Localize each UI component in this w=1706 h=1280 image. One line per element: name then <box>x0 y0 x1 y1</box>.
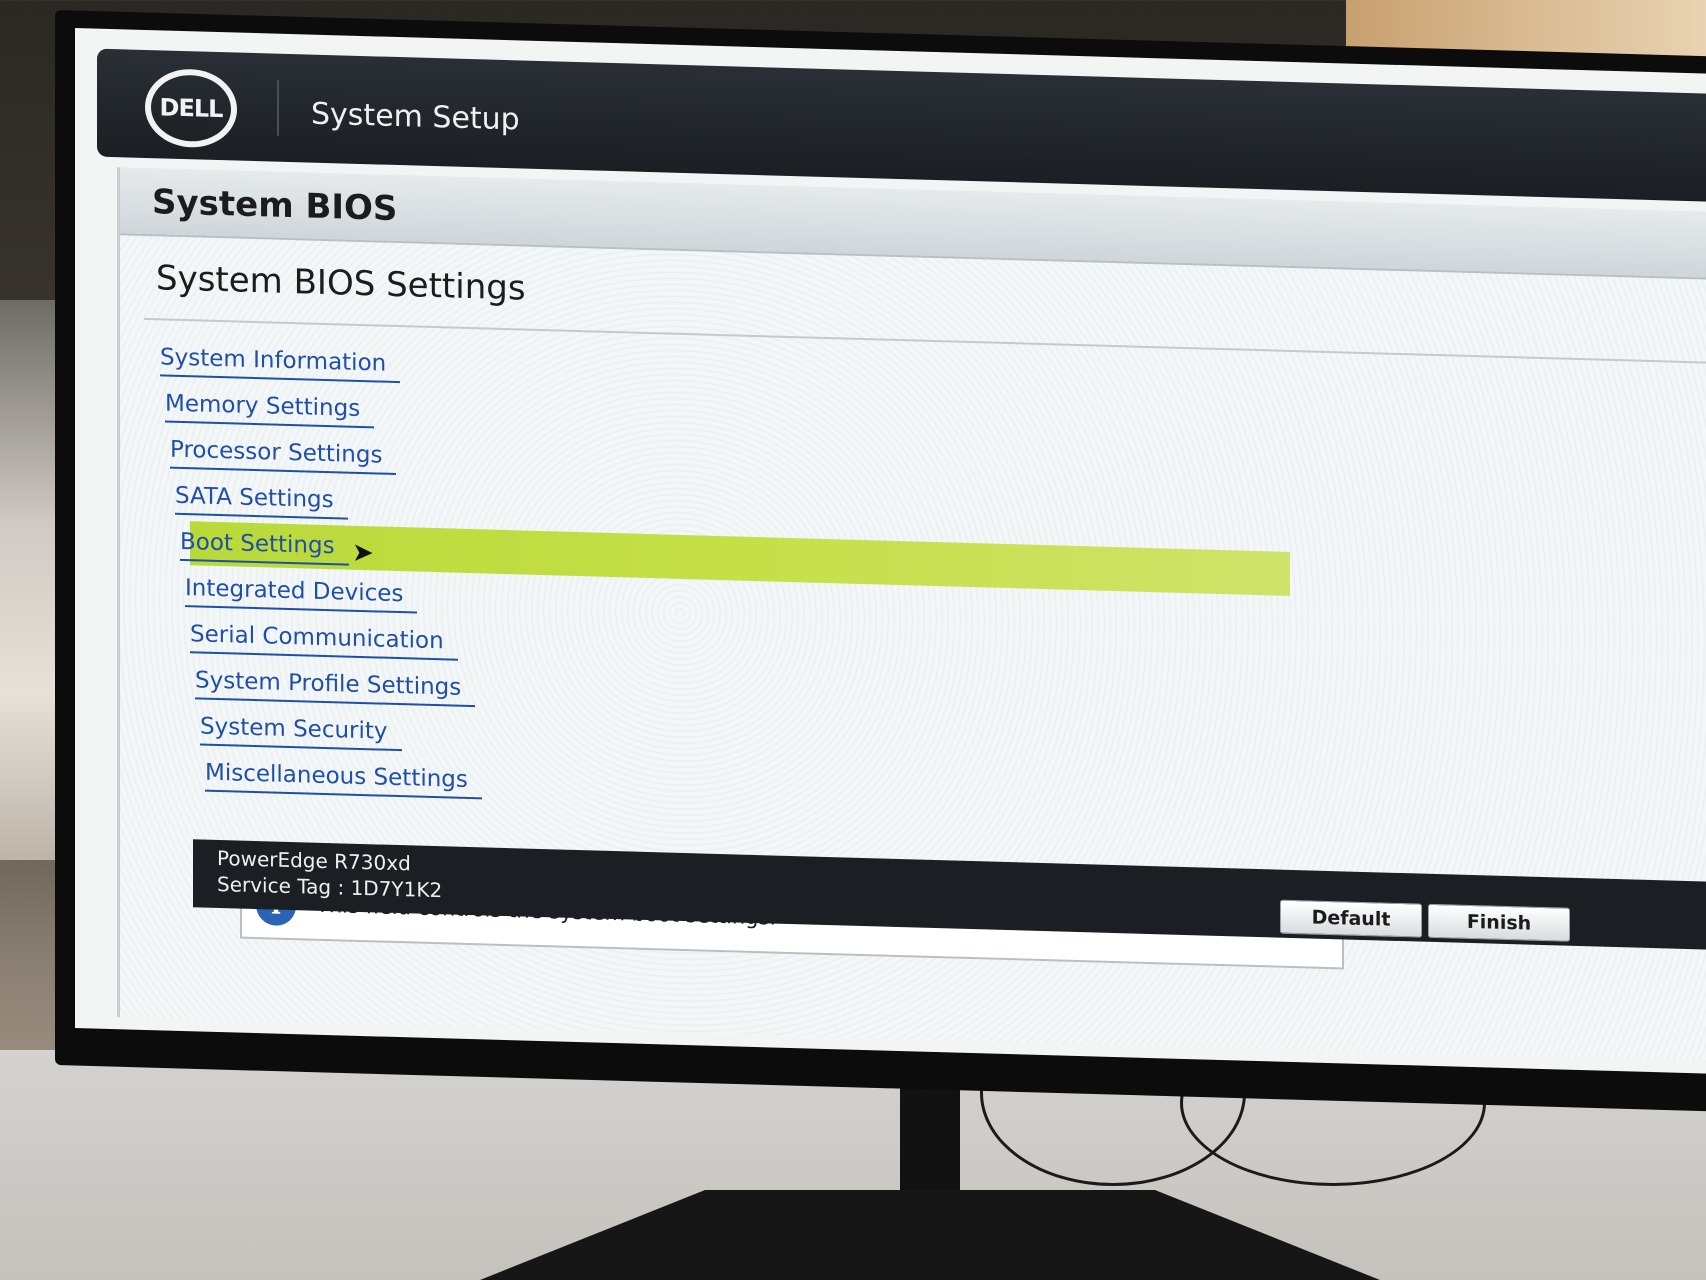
dell-logo: DELL <box>145 67 237 149</box>
menu-item-label[interactable]: SATA Settings <box>175 482 348 520</box>
service-tag: Service Tag : 1D7Y1K2 <box>217 871 443 903</box>
menu-item-label[interactable]: Serial Communication <box>190 621 458 661</box>
system-model: PowerEdge R730xd <box>217 845 411 876</box>
finish-button[interactable]: Finish <box>1428 903 1570 942</box>
page-title: System BIOS Settings <box>156 258 526 309</box>
mouse-cursor-icon: ➤ <box>352 537 374 569</box>
default-button[interactable]: Default <box>1280 899 1422 938</box>
menu-item-label[interactable]: System Security <box>200 713 402 752</box>
app-title: System Setup <box>311 96 520 138</box>
menu-item-label[interactable]: System Profile Settings <box>195 667 476 708</box>
topbar-divider <box>277 79 279 136</box>
menu-item-label[interactable]: Processor Settings <box>170 436 397 475</box>
menu-item-label[interactable]: Boot Settings <box>180 528 349 566</box>
menu-item-label[interactable]: Miscellaneous Settings <box>205 759 482 800</box>
bios-screen: DELL System Setup System BIOS He System … <box>75 28 1706 1076</box>
settings-menu: System Information Memory Settings Proce… <box>160 336 1360 830</box>
menu-item-label[interactable]: Integrated Devices <box>185 575 418 614</box>
section-title: System BIOS <box>152 182 398 230</box>
menu-item-label[interactable]: System Information <box>160 344 401 384</box>
menu-item-label[interactable]: Memory Settings <box>165 390 375 429</box>
